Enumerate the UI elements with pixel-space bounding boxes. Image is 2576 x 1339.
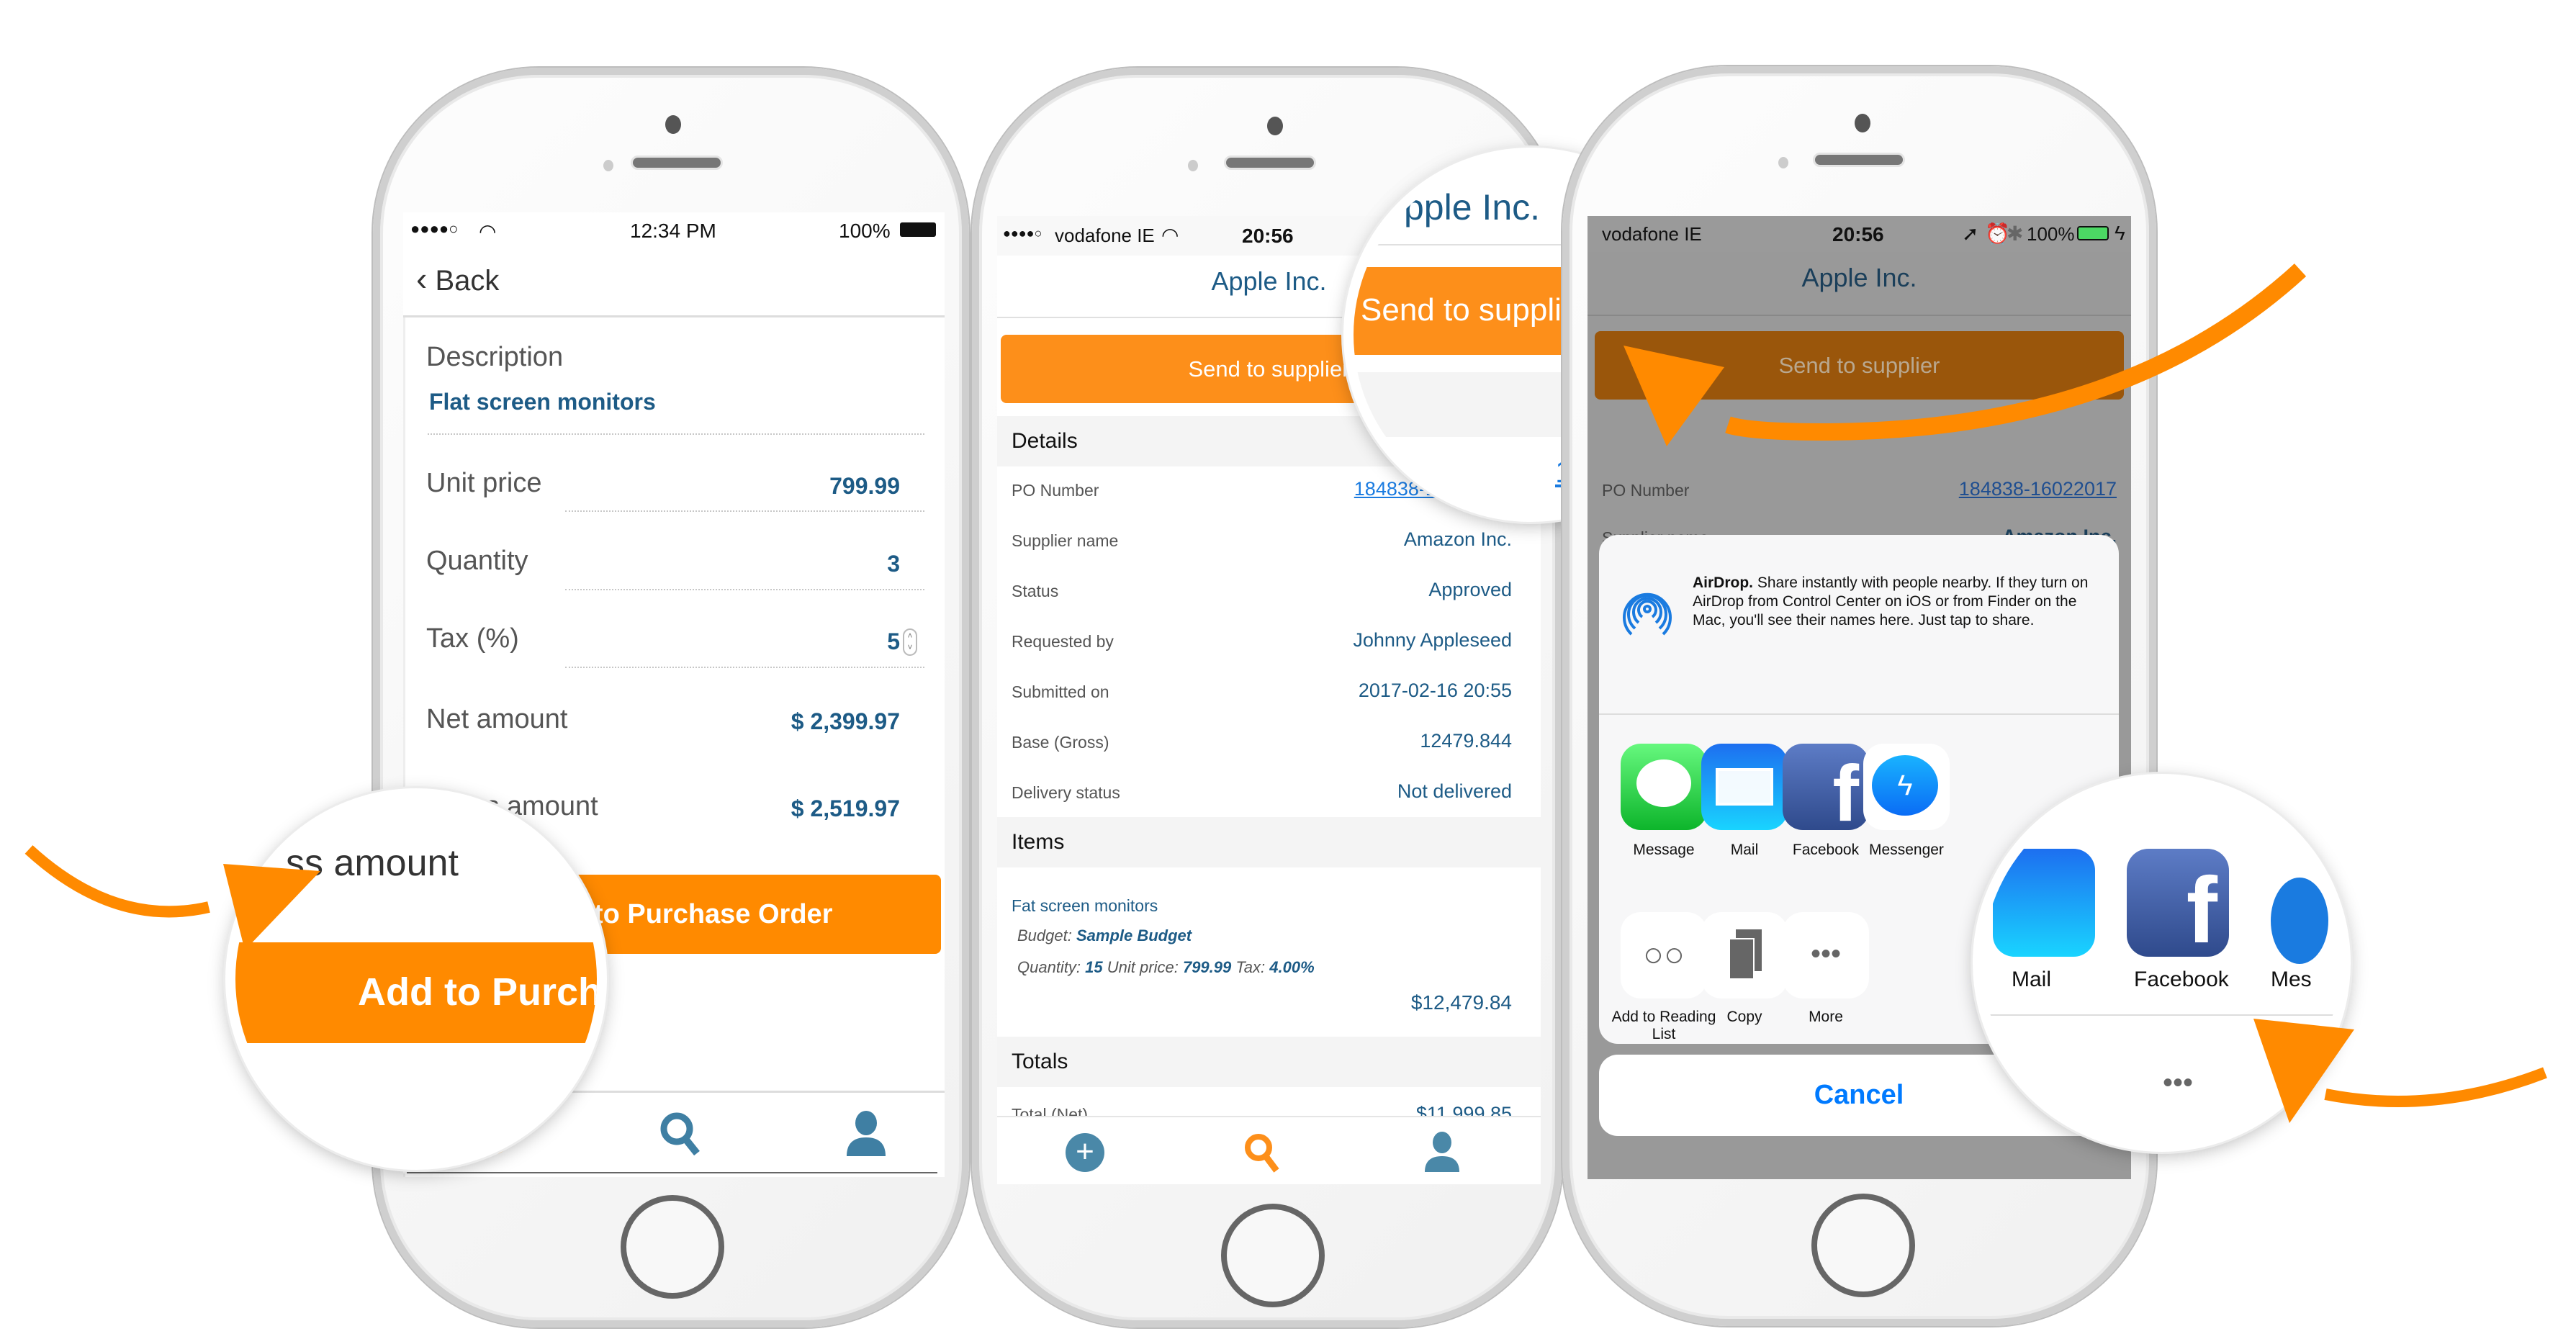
arrow-bottom-right [2324, 1067, 2547, 1107]
arrow-top-right-head [1623, 346, 1724, 446]
arrow-top-right [1725, 263, 2307, 441]
arrow-left-head [223, 864, 320, 950]
arrow-bottom-right-head [2253, 1019, 2354, 1123]
annotation-arrows [24, 263, 2547, 1123]
arrow-left [24, 845, 210, 918]
